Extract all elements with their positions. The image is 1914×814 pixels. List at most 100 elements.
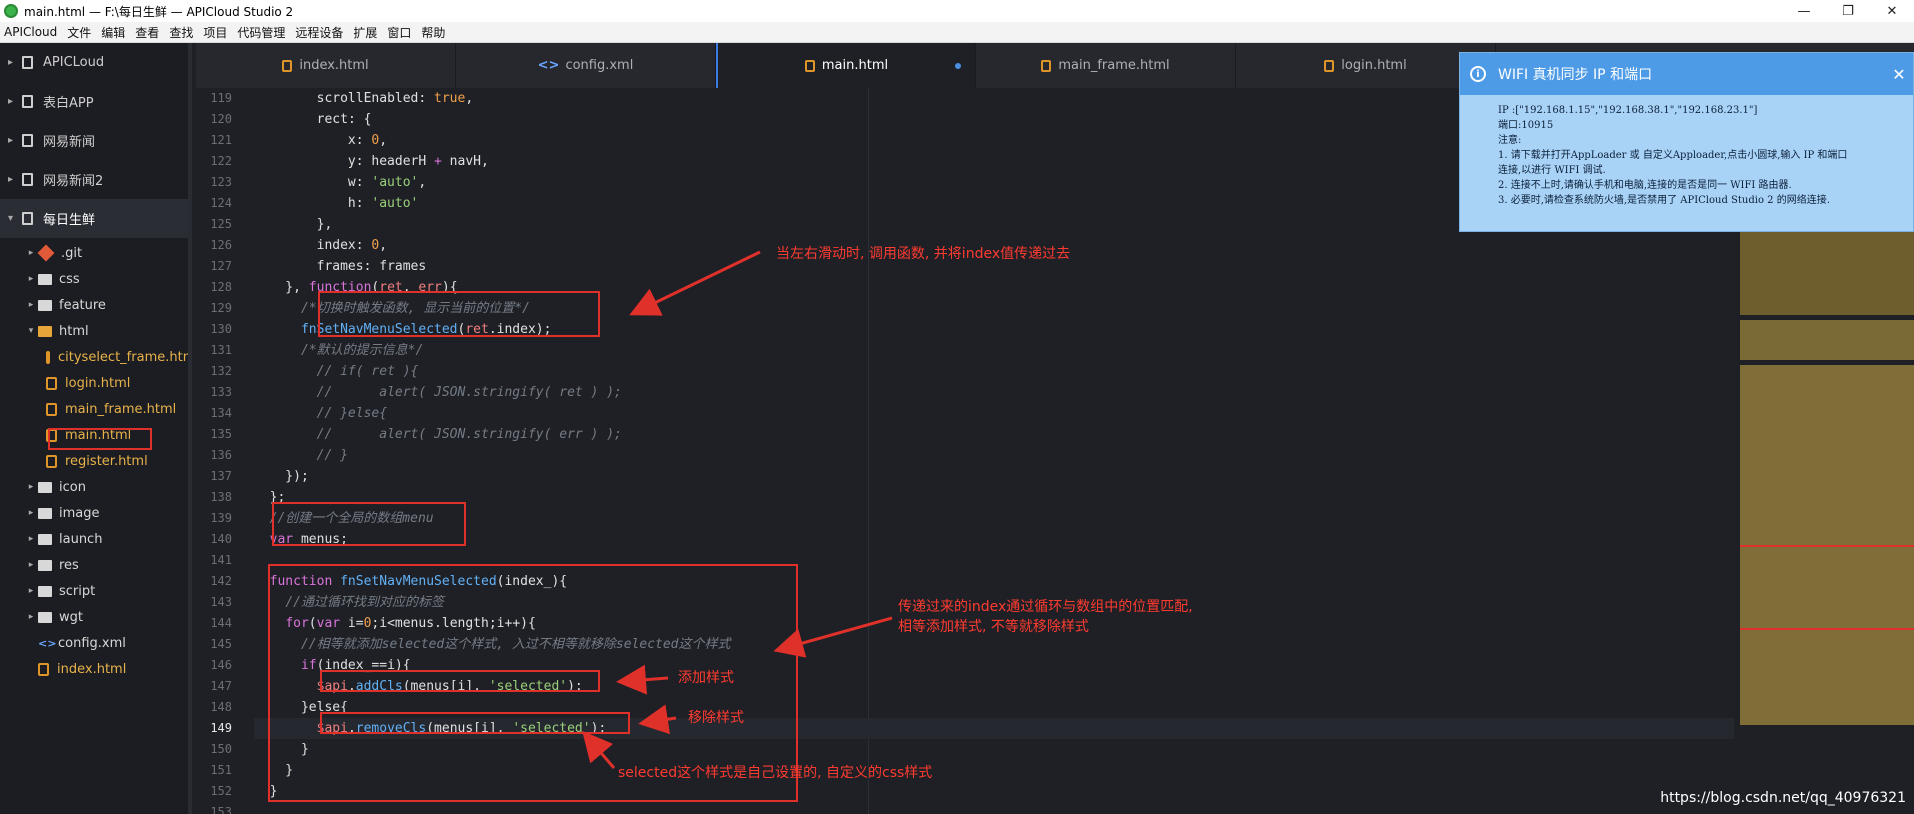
project-item[interactable]: ▸ APICLoud <box>0 43 188 82</box>
title-bar: main.html — F:\每日生鲜 — APICloud Studio 2 … <box>0 0 1914 22</box>
chevron-right-icon[interactable]: ▸ <box>24 274 38 284</box>
line-number: 126 <box>210 238 232 252</box>
menu-item-10[interactable]: 帮助 <box>421 24 445 41</box>
tree-item[interactable]: ▸ launch <box>0 526 188 552</box>
menu-item-6[interactable]: 代码管理 <box>237 24 285 41</box>
code-minimap[interactable] <box>1740 180 1914 725</box>
menu-item-0[interactable]: APICloud <box>4 25 57 39</box>
project-item[interactable]: ▸ 网易新闻 <box>0 121 188 160</box>
tree-item-label: res <box>59 557 79 573</box>
chevron-right-icon[interactable]: ▸ <box>24 534 38 544</box>
tree-item-label: feature <box>59 297 106 313</box>
chevron-down-icon[interactable]: ▾ <box>24 326 38 336</box>
minimize-button[interactable]: — <box>1782 4 1826 19</box>
highlight-box-addcls <box>320 670 600 692</box>
chevron-right-icon[interactable]: ▸ <box>8 96 22 107</box>
line-number: 153 <box>210 805 232 814</box>
code-token: }, <box>254 280 309 295</box>
tab-config-xml[interactable]: <> config.xml <box>456 43 716 88</box>
chevron-right-icon[interactable]: ▸ <box>24 482 38 492</box>
html-file-icon <box>1041 59 1052 72</box>
notification-line: 1. 请下载并打开AppLoader 或 自定义Apploader,点击小圆球,… <box>1498 150 1848 161</box>
tree-item[interactable]: ▾ html <box>0 318 188 344</box>
project-item[interactable]: ▸ 网易新闻2 <box>0 160 188 199</box>
tab-main-html[interactable]: main.html <box>716 43 976 88</box>
tree-item-label: image <box>59 505 100 521</box>
tree-item[interactable]: <> config.xml <box>0 630 188 656</box>
menu-item-1[interactable]: 文件 <box>67 24 91 41</box>
tab-index-html[interactable]: index.html <box>196 43 456 88</box>
chevron-right-icon[interactable]: ▸ <box>24 508 38 518</box>
line-number: 149 <box>210 721 232 735</box>
project-item[interactable]: ▸ 表白APP <box>0 82 188 121</box>
menu-item-4[interactable]: 查找 <box>169 24 193 41</box>
code-line[interactable]: // if( ret ){ <box>254 361 1734 382</box>
tree-item-label: login.html <box>65 375 131 391</box>
tree-item[interactable]: ▸ .git <box>0 240 188 266</box>
chevron-right-icon[interactable]: ▸ <box>24 560 38 570</box>
code-line[interactable]: }); <box>254 466 1734 487</box>
tree-item[interactable]: ▸ image <box>0 500 188 526</box>
info-icon: i <box>1470 66 1486 82</box>
tree-item-label: launch <box>59 531 103 547</box>
close-notification-icon[interactable]: ✕ <box>1885 65 1913 84</box>
tree-item[interactable]: index.html <box>0 656 188 682</box>
chevron-right-icon[interactable]: ▸ <box>24 248 38 258</box>
close-window-button[interactable]: ✕ <box>1870 4 1914 19</box>
html-file-icon <box>46 402 57 416</box>
tree-item[interactable]: ▸ script <box>0 578 188 604</box>
code-line[interactable]: // alert( JSON.stringify( ret ) ); <box>254 382 1734 403</box>
menu-item-2[interactable]: 编辑 <box>101 24 125 41</box>
menu-item-9[interactable]: 窗口 <box>387 24 411 41</box>
tree-item[interactable]: ▸ icon <box>0 474 188 500</box>
file-tree: ▸ .git ▸ css ▸ feature ▾ html cityselect_frame.h… <box>0 238 188 682</box>
menu-item-5[interactable]: 项目 <box>203 24 227 41</box>
code-line[interactable]: /*默认的提示信息*/ <box>254 340 1734 361</box>
code-line[interactable]: // alert( JSON.stringify( err ) ); <box>254 424 1734 445</box>
menu-item-3[interactable]: 查看 <box>135 24 159 41</box>
annotation-swipe: 当左右滑动时, 调用函数, 并将index值传递过去 <box>776 246 1071 262</box>
highlight-box-removecls <box>320 712 630 734</box>
code-line[interactable]: var menus; <box>254 529 1734 550</box>
line-number: 147 <box>210 679 232 693</box>
code-line[interactable]: // }else{ <box>254 403 1734 424</box>
tree-item[interactable]: login.html <box>0 370 188 396</box>
chevron-right-icon[interactable]: ▸ <box>24 586 38 596</box>
project-item[interactable]: ▾ 每日生鲜 <box>0 199 188 238</box>
line-number: 145 <box>210 637 232 651</box>
maximize-button[interactable]: ❐ <box>1826 4 1870 19</box>
code-line[interactable]: // } <box>254 445 1734 466</box>
tree-item[interactable]: ▸ res <box>0 552 188 578</box>
project-label: APICLoud <box>43 55 105 70</box>
tree-item[interactable]: register.html <box>0 448 188 474</box>
menu-item-7[interactable]: 远程设备 <box>295 24 343 41</box>
chevron-right-icon[interactable]: ▸ <box>24 300 38 310</box>
tree-item[interactable]: ▸ wgt <box>0 604 188 630</box>
tree-item[interactable]: ▸ feature <box>0 292 188 318</box>
tree-item[interactable]: main_frame.html <box>0 396 188 422</box>
chevron-down-icon[interactable]: ▾ <box>8 213 22 224</box>
code-line[interactable]: }; <box>254 487 1734 508</box>
chevron-right-icon[interactable]: ▸ <box>8 174 22 185</box>
tree-item[interactable]: ▸ css <box>0 266 188 292</box>
line-number: 141 <box>210 553 232 567</box>
code-line[interactable] <box>254 802 1734 814</box>
tab-login-html[interactable]: login.html <box>1236 43 1496 88</box>
chevron-right-icon[interactable]: ▸ <box>8 57 22 68</box>
code-token: 'auto' <box>371 175 419 190</box>
chevron-right-icon[interactable]: ▸ <box>8 135 22 146</box>
tab-label: main.html <box>821 58 889 73</box>
xml-file-icon: <> <box>38 636 57 650</box>
highlight-box-main-html <box>48 428 152 450</box>
tree-item[interactable]: cityselect_frame.html <box>0 344 188 370</box>
code-token: rect <box>316 112 348 127</box>
line-number: 134 <box>210 406 232 420</box>
menu-item-8[interactable]: 扩展 <box>353 24 377 41</box>
chevron-right-icon[interactable]: ▸ <box>24 612 38 622</box>
code-line[interactable]: //创建一个全局的数组menu <box>254 508 1734 529</box>
line-number: 127 <box>210 259 232 273</box>
tab-main-frame-html[interactable]: main_frame.html <box>976 43 1236 88</box>
